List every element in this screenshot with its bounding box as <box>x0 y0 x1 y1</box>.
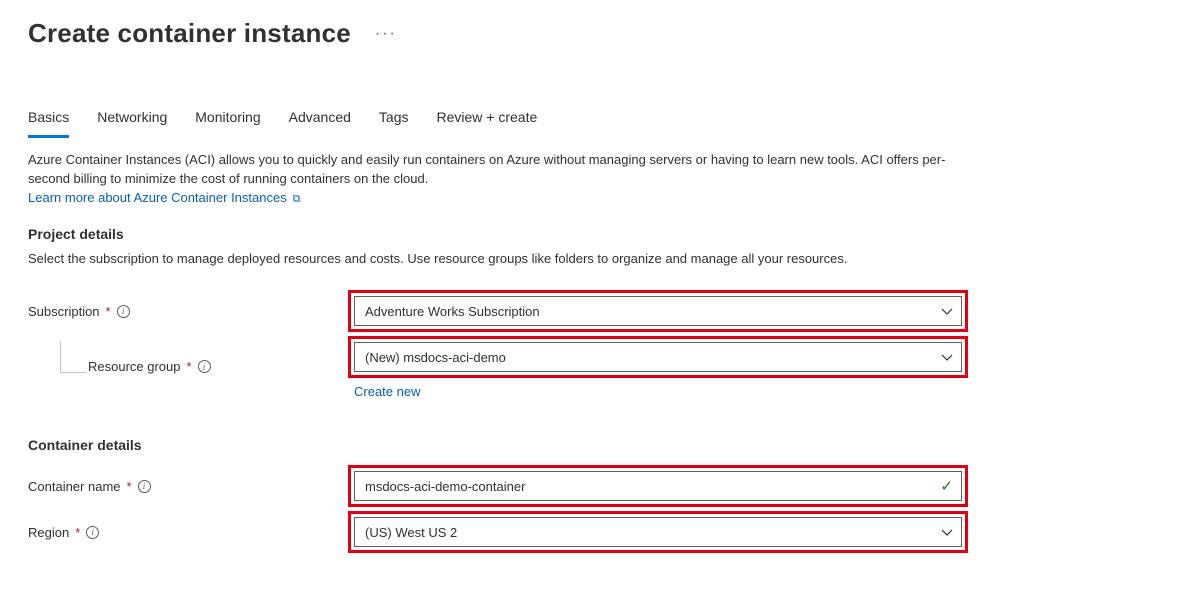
resource-group-label: Resource group <box>88 359 181 374</box>
subscription-label: Subscription <box>28 304 100 319</box>
more-button[interactable]: ··· <box>375 25 397 43</box>
required-asterisk: * <box>75 525 80 540</box>
intro-body: Azure Container Instances (ACI) allows y… <box>28 152 945 186</box>
info-icon[interactable]: i <box>198 360 211 373</box>
resource-group-dropdown[interactable]: (New) msdocs-aci-demo <box>354 342 962 372</box>
highlight-container-name: msdocs-aci-demo-container ✓ <box>348 465 968 507</box>
tab-review-create[interactable]: Review + create <box>437 103 538 138</box>
region-dropdown[interactable]: (US) West US 2 <box>354 517 962 547</box>
tab-basics[interactable]: Basics <box>28 103 69 138</box>
project-details-subtitle: Select the subscription to manage deploy… <box>28 250 968 269</box>
tab-advanced[interactable]: Advanced <box>289 103 351 138</box>
create-new-link[interactable]: Create new <box>354 384 420 399</box>
external-link-icon: ⧉ <box>290 193 301 205</box>
highlight-subscription: Adventure Works Subscription <box>348 290 968 332</box>
container-name-label: Container name <box>28 479 121 494</box>
tab-bar: Basics Networking Monitoring Advanced Ta… <box>28 103 1172 137</box>
tab-monitoring[interactable]: Monitoring <box>195 103 260 138</box>
region-label: Region <box>28 525 69 540</box>
subscription-dropdown[interactable]: Adventure Works Subscription <box>354 296 962 326</box>
highlight-region: (US) West US 2 <box>348 511 968 553</box>
tab-tags[interactable]: Tags <box>379 103 409 138</box>
tree-connector <box>60 341 86 373</box>
learn-more-link[interactable]: Learn more about Azure Container Instanc… <box>28 190 301 205</box>
container-name-value: msdocs-aci-demo-container <box>365 479 525 494</box>
check-icon: ✓ <box>940 477 953 495</box>
intro-text: Azure Container Instances (ACI) allows y… <box>28 151 968 208</box>
region-value: (US) West US 2 <box>365 525 457 540</box>
highlight-resource-group: (New) msdocs-aci-demo <box>348 336 968 378</box>
subscription-value: Adventure Works Subscription <box>365 304 540 319</box>
container-name-input[interactable]: msdocs-aci-demo-container ✓ <box>354 471 962 501</box>
info-icon[interactable]: i <box>117 305 130 318</box>
required-asterisk: * <box>187 359 192 374</box>
chevron-down-icon <box>941 352 951 362</box>
required-asterisk: * <box>106 304 111 319</box>
container-details-title: Container details <box>28 437 1172 453</box>
chevron-down-icon <box>941 527 951 537</box>
required-asterisk: * <box>127 479 132 494</box>
resource-group-value: (New) msdocs-aci-demo <box>365 350 506 365</box>
info-icon[interactable]: i <box>138 480 151 493</box>
project-details-title: Project details <box>28 226 1172 242</box>
info-icon[interactable]: i <box>86 526 99 539</box>
tab-networking[interactable]: Networking <box>97 103 167 138</box>
page-title: Create container instance <box>28 18 351 49</box>
chevron-down-icon <box>941 306 951 316</box>
